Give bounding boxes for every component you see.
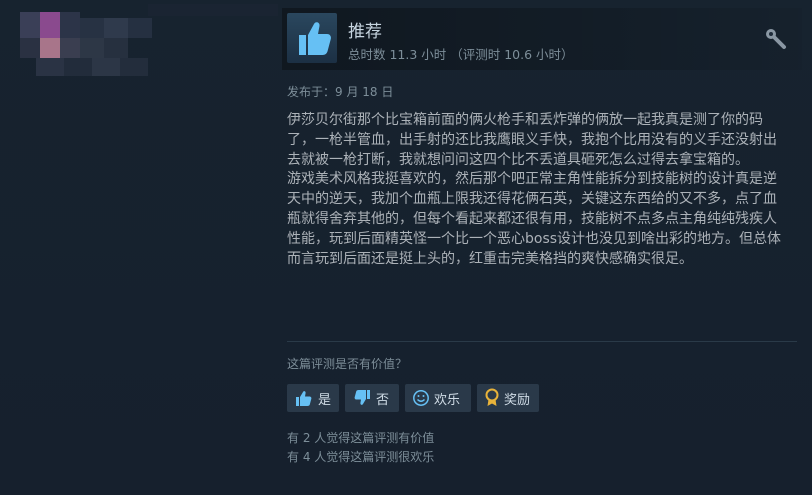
divider xyxy=(287,341,797,342)
review-stats: 有 2 人觉得这篇评测有价值 有 4 人觉得这篇评测很欢乐 xyxy=(287,429,434,466)
thumbs-up-icon xyxy=(296,391,312,406)
thumbs-down-icon xyxy=(354,390,370,405)
helpful-count: 有 2 人觉得这篇评测有价值 xyxy=(287,431,435,445)
vote-funny-button[interactable]: 欢乐 xyxy=(405,384,471,412)
vote-no-label: 否 xyxy=(376,392,390,408)
vote-funny-label: 欢乐 xyxy=(434,392,461,408)
thumbs-up-icon xyxy=(287,13,337,63)
award-label: 奖励 xyxy=(504,392,531,408)
wrench-settings-icon[interactable] xyxy=(764,27,788,51)
review-paragraph: 游戏美术风格我挺喜欢的，然后那个吧正常主角性能拆分到技能树的设计真是逆天中的逆天… xyxy=(287,171,782,267)
award-icon xyxy=(485,388,499,406)
funny-count: 有 4 人觉得这篇评测很欢乐 xyxy=(287,449,435,464)
author-avatar-blurred xyxy=(0,0,280,110)
review-card: 推荐 总时数 11.3 小时 （评测时 10.6 小时） 发布于：9 月 18 … xyxy=(0,0,812,495)
helpful-question: 这篇评测是否有价值？ xyxy=(287,357,408,371)
review-verdict: 推荐 xyxy=(348,22,382,42)
posted-date: 发布于：9 月 18 日 xyxy=(287,85,394,99)
award-button[interactable]: 奖励 xyxy=(477,384,539,412)
review-paragraph: 伊莎贝尔街那个比宝箱前面的俩火枪手和丢炸弹的俩放一起我真是测了你的码了，一枪半管… xyxy=(287,112,777,168)
vote-yes-button[interactable]: 是 xyxy=(287,384,339,412)
vote-no-button[interactable]: 否 xyxy=(345,384,399,412)
smiley-icon xyxy=(413,390,429,406)
vote-yes-label: 是 xyxy=(318,392,332,408)
review-body: 伊莎贝尔街那个比宝箱前面的俩火枪手和丢炸弹的俩放一起我真是测了你的码了，一枪半管… xyxy=(287,111,787,269)
review-vote-header: 推荐 总时数 11.3 小时 （评测时 10.6 小时） xyxy=(282,8,802,70)
playtime-hours: 总时数 11.3 小时 （评测时 10.6 小时） xyxy=(348,47,574,62)
